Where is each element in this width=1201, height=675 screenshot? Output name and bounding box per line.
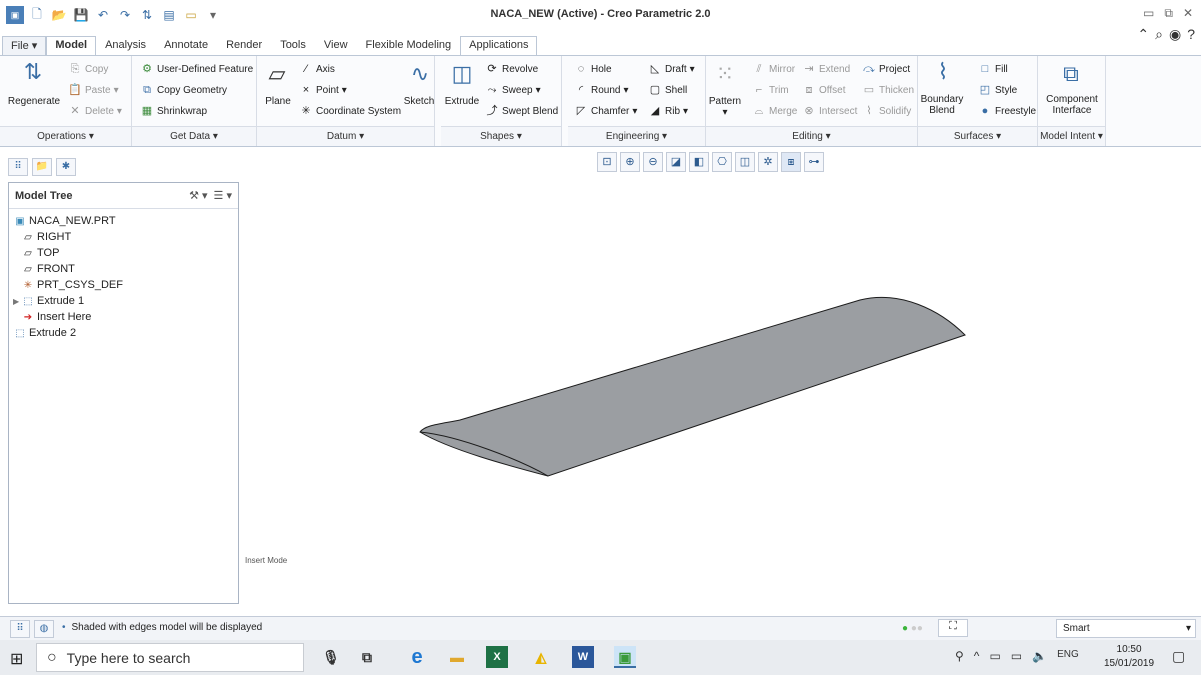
notifications-icon[interactable]: ▢ [1172,648,1185,665]
clock-date: 15/01/2019 [1104,658,1155,669]
windows-start-icon[interactable]: ⊞ [10,649,23,669]
creo-launcher-icon[interactable]: ◭ [530,646,552,668]
windows-taskbar: ⊞ ○ Type here to search 🎙 ⧉ e ▬ X ◭ W ▣ … [0,640,1201,675]
clock[interactable]: 10:50 15/01/2019 [1104,643,1154,671]
clock-time: 10:50 [1116,644,1142,655]
insert-mode-label: Insert Mode [245,556,288,565]
display-icon[interactable]: ▭ [1011,649,1022,663]
word-icon[interactable]: W [572,646,594,668]
show-hidden-icons-icon[interactable]: ^ [974,649,980,663]
search-placeholder: Type here to search [66,649,191,666]
graphics-area[interactable] [0,0,1201,675]
network-icon[interactable]: ▭ [989,649,1000,663]
status-bar: ⠿ ◍ • Shaded with edges model will be di… [0,616,1201,640]
task-view-icon[interactable]: ⧉ [356,646,378,668]
chevron-down-icon: ▾ [1185,623,1191,634]
status-message: Shaded with edges model will be displaye… [71,622,263,633]
edge-icon[interactable]: e [406,646,428,668]
show-navigator-icon[interactable]: ⠿ [10,620,30,638]
creo-app-icon[interactable]: ▣ [614,646,636,668]
taskbar-search[interactable]: ○ Type here to search [36,643,304,672]
volume-icon[interactable]: 🔈 [1032,649,1047,663]
show-browser-icon[interactable]: ◍ [34,620,54,638]
excel-icon[interactable]: X [486,646,508,668]
file-explorer-icon[interactable]: ▬ [446,646,468,668]
message-bullet-icon: • [62,622,66,633]
language-indicator[interactable]: ENG [1057,649,1079,663]
regen-status-icon[interactable]: ● ●● [902,623,923,634]
microphone-icon[interactable]: 🎙 [320,646,342,668]
selection-filter-value: Smart [1063,623,1090,634]
people-icon[interactable]: ⚲ [955,649,964,663]
wing-model[interactable] [419,296,966,477]
find-icon[interactable]: ⛶ [938,619,968,637]
cortana-icon: ○ [47,648,57,666]
selection-filter-select[interactable]: Smart ▾ [1056,619,1196,638]
